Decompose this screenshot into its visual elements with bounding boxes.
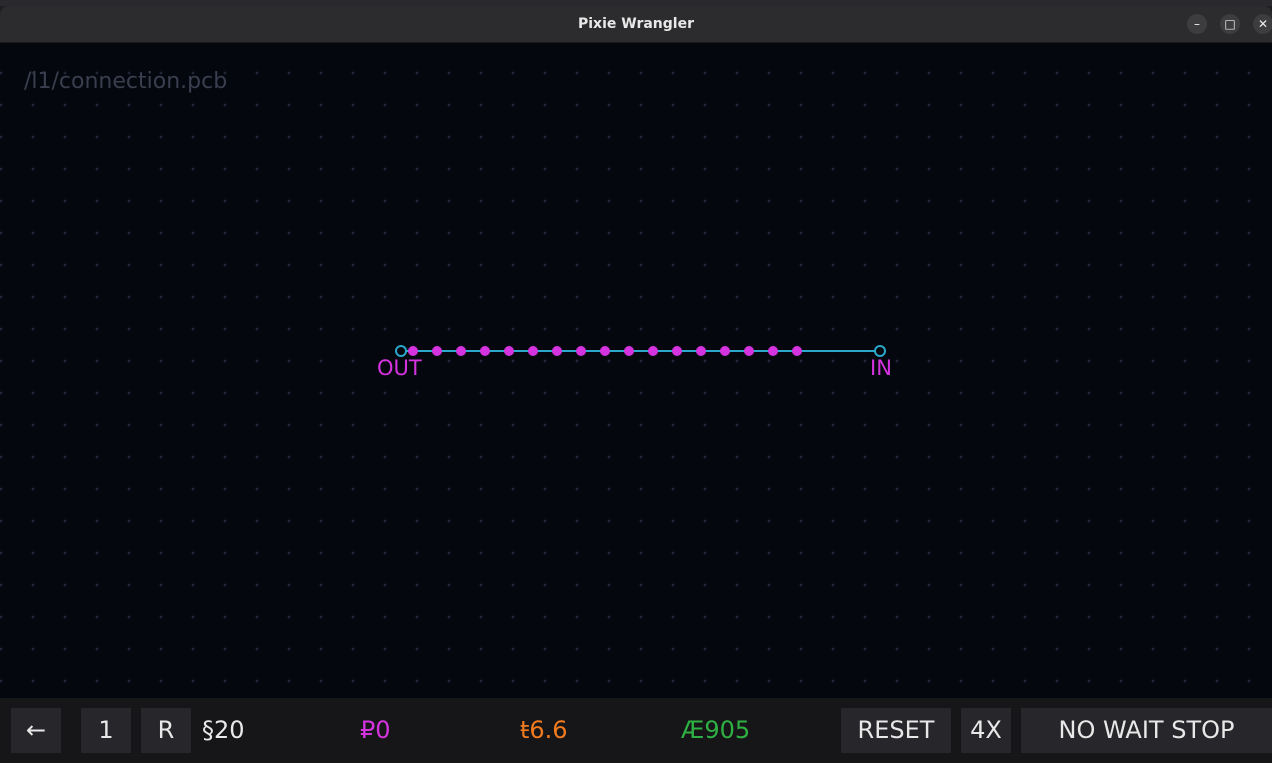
back-arrow-icon: ← <box>25 716 47 744</box>
mode-button[interactable]: NO WAIT STOP <box>1021 708 1272 753</box>
pixie-dot <box>744 346 754 356</box>
pixie-dot <box>672 346 682 356</box>
pixie-dot <box>432 346 442 356</box>
circuit-diagram <box>395 345 886 357</box>
out-label: OUT <box>377 356 422 380</box>
pixie-dot <box>768 346 778 356</box>
title-bar[interactable]: Pixie Wrangler – □ ✕ <box>0 6 1272 43</box>
r-button[interactable]: R <box>141 708 191 753</box>
bottom-toolbar: ← 1 R §20 ₽0 ŧ6.6 Æ905 RESET 4X NO WAIT … <box>0 698 1272 763</box>
window-title: Pixie Wrangler <box>578 16 694 32</box>
in-terminal[interactable] <box>874 345 886 357</box>
reset-button[interactable]: RESET <box>841 708 951 753</box>
pixie-dot <box>408 346 418 356</box>
pixie-dot <box>528 346 538 356</box>
score-stat: Æ905 <box>681 716 751 744</box>
pixie-dot <box>696 346 706 356</box>
pixie-dot <box>792 346 802 356</box>
close-icon[interactable]: ✕ <box>1253 14 1272 34</box>
time-stat: ŧ6.6 <box>520 716 568 744</box>
segments-stat: §20 <box>202 716 245 744</box>
pixie-dot <box>600 346 610 356</box>
pixie-dot <box>720 346 730 356</box>
in-label: IN <box>870 356 892 380</box>
level-button[interactable]: 1 <box>81 708 131 753</box>
circuit-canvas[interactable]: /l1/connection.pcb OUT IN <box>0 43 1272 698</box>
out-terminal[interactable] <box>395 345 407 357</box>
pixie-dot <box>648 346 658 356</box>
pixie-dot <box>504 346 514 356</box>
app-window: Pixie Wrangler – □ ✕ /l1/connection.pcb … <box>0 6 1272 763</box>
back-button[interactable]: ← <box>11 708 61 753</box>
speed-button[interactable]: 4X <box>961 708 1011 753</box>
pixie-dot <box>456 346 466 356</box>
pixie-dot <box>552 346 562 356</box>
minimize-icon[interactable]: – <box>1187 14 1207 34</box>
pixie-stat: ₽0 <box>360 716 391 744</box>
maximize-icon[interactable]: □ <box>1220 14 1240 34</box>
pixie-dot <box>480 346 490 356</box>
pixie-dot <box>624 346 634 356</box>
pixie-dot <box>576 346 586 356</box>
